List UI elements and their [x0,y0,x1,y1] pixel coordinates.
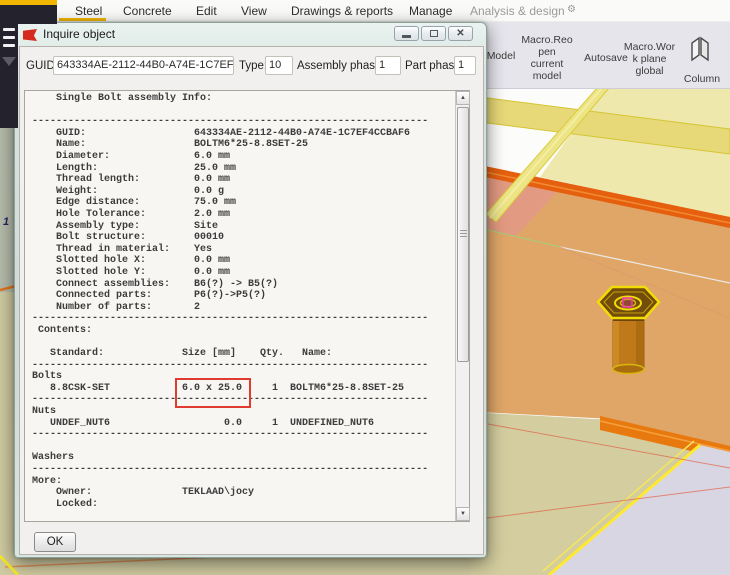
scrollbar-thumb[interactable] [457,107,469,362]
active-tab-indicator [59,18,106,21]
tekla-logo-icon [23,29,37,41]
dialog-body: GUID: 643334AE-2112-44B0-A74E-1C7EF4CC T… [19,46,484,555]
menu-tab-edit[interactable]: Edit [196,4,217,18]
menu-tab-analysis-design[interactable]: Analysis & design [470,4,565,18]
collapse-arrow-icon [2,57,16,66]
inquire-object-dialog: Inquire object ✕ GUID: 643334AE-2112-44B… [14,22,487,558]
type-field[interactable]: 10 [265,56,293,75]
guid-field[interactable]: 643334AE-2112-44B0-A74E-1C7EF4CC [53,56,234,75]
minimize-icon [402,35,411,38]
column-icon[interactable] [689,36,711,64]
dialog-title: Inquire object [43,27,116,41]
report-scrollbar[interactable]: ▲ ▼ [455,91,470,521]
bolt-shaft-bottom [612,363,645,375]
type-label: Type: [239,60,268,72]
assembly-phase-field[interactable]: 1 [375,56,401,75]
menu-tab-manage[interactable]: Manage [409,4,452,18]
highlight-annotation-box [175,378,251,408]
dialog-titlebar[interactable]: Inquire object ✕ [18,25,483,45]
selection-handle [622,297,633,308]
menu-tab-steel[interactable]: Steel [75,4,102,18]
scroll-down-button[interactable]: ▼ [456,507,470,521]
menu-tab-concrete[interactable]: Concrete [123,4,172,18]
minimize-button[interactable] [394,26,419,41]
grid-label: 1 [3,216,10,228]
inquire-report-area: Single Bolt assembly Info: -------------… [24,90,470,522]
restore-button[interactable] [421,26,446,41]
inquire-report-text: Single Bolt assembly Info: -------------… [32,93,429,510]
toolbar-item-column-label[interactable]: Column [680,73,724,85]
toolbar-item-macro-reopen[interactable]: Macro.Reo pen current model [517,34,577,82]
tekla-structures-app: 1 Steel Concrete Edit View Drawings & re… [0,0,730,575]
close-button[interactable]: ✕ [448,26,473,41]
close-icon: ✕ [456,27,465,39]
menu-tab-drawings-reports[interactable]: Drawings & reports [291,4,393,18]
gear-icon: ⚙ [567,4,576,15]
part-phase-field[interactable]: 1 [454,56,476,75]
toolbar-item-model[interactable]: Model [481,50,521,62]
toolbar-item-macro-workplane[interactable]: Macro.Wor k plane global [622,41,677,77]
scroll-up-button[interactable]: ▲ [456,91,470,105]
restore-icon [429,30,438,37]
file-menu-strip [0,5,18,128]
ok-button[interactable]: OK [34,532,76,552]
assembly-phase-label: Assembly phase: [297,60,385,72]
menu-bar: Steel Concrete Edit View Drawings & repo… [0,0,730,22]
menu-tab-view[interactable]: View [241,4,267,18]
hamburger-icon [3,28,15,31]
